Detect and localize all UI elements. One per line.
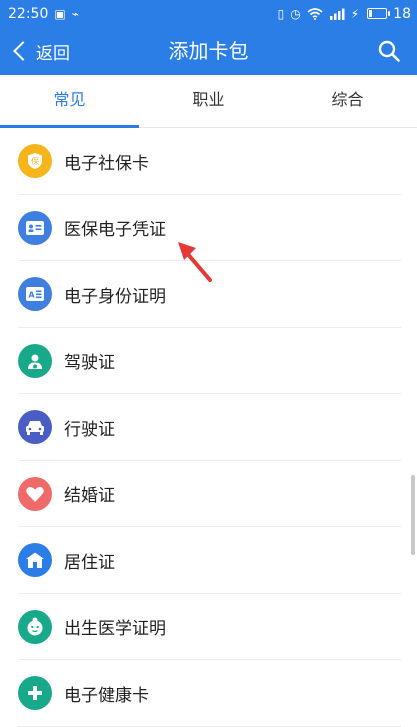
- list-item-label: 电子身份证明: [64, 286, 166, 307]
- search-icon[interactable]: [377, 39, 401, 63]
- category-tabs: 常见 职业 综合: [0, 75, 417, 128]
- svg-text:A: A: [28, 291, 35, 300]
- list-item-vehicle-license[interactable]: 行驶证: [0, 394, 417, 461]
- list-item-health-card[interactable]: 电子健康卡: [0, 660, 417, 727]
- battery-level: 18: [393, 5, 411, 22]
- annotation-arrow-icon: [178, 242, 212, 282]
- list-item-label: 电子健康卡: [64, 685, 149, 706]
- status-time: 22:50: [8, 5, 49, 22]
- residence-permit-icon: [18, 543, 52, 578]
- tab-comprehensive[interactable]: 综合: [278, 75, 417, 127]
- list-item-label: 居住证: [64, 552, 115, 573]
- list-item-residence-permit[interactable]: 居住证: [0, 527, 417, 594]
- list-item-social-security-card[interactable]: 保 电子社保卡: [0, 128, 417, 195]
- signal-icon: [329, 8, 345, 20]
- medical-insurance-icon: [18, 210, 52, 245]
- list-item-driver-license[interactable]: 驾驶证: [0, 328, 417, 395]
- wifi-icon: [307, 7, 323, 20]
- battery-icon: [367, 8, 391, 19]
- vehicle-license-icon: [18, 410, 52, 445]
- vibrate-icon: ▯: [277, 6, 285, 21]
- tab-label: 职业: [192, 90, 225, 109]
- usb-icon: ⌁: [71, 6, 79, 21]
- page-title: 添加卡包: [168, 39, 249, 63]
- list-item-marriage-certificate[interactable]: 结婚证: [0, 461, 417, 528]
- list-item-label: 结婚证: [64, 486, 115, 507]
- list-item-label: 驾驶证: [64, 353, 115, 374]
- driver-license-icon: [18, 343, 52, 378]
- tab-label: 常见: [53, 90, 86, 109]
- status-bar: 22:50 ▣ ⌁ ▯ ◷ ⚡ 18: [0, 0, 417, 27]
- tab-common[interactable]: 常见: [0, 75, 139, 128]
- list-item-birth-certificate[interactable]: 出生医学证明: [0, 594, 417, 661]
- alarm-icon: ◷: [290, 6, 301, 21]
- tab-occupation[interactable]: 职业: [139, 75, 278, 127]
- notification-icon: ▣: [54, 6, 66, 21]
- charging-icon: ⚡: [350, 6, 360, 21]
- list-item-label: 行驶证: [64, 419, 115, 440]
- birth-certificate-icon: [18, 609, 52, 644]
- tab-label: 综合: [331, 90, 364, 109]
- list-item-label: 出生医学证明: [64, 619, 166, 640]
- social-security-card-icon: 保: [18, 144, 52, 179]
- svg-text:保: 保: [31, 156, 39, 166]
- scrollbar[interactable]: [411, 475, 415, 555]
- marriage-certificate-icon: [18, 476, 52, 511]
- health-card-icon: [18, 676, 52, 711]
- header: 返回 添加卡包: [0, 27, 417, 75]
- card-list: 保 电子社保卡 医保电子凭证 A 电子身份证明 驾驶证 行驶证 结婚证 居住证 …: [0, 128, 417, 727]
- list-item-label: 医保电子凭证: [64, 220, 166, 241]
- id-card-icon: A: [18, 277, 52, 312]
- list-item-label: 电子社保卡: [64, 153, 149, 174]
